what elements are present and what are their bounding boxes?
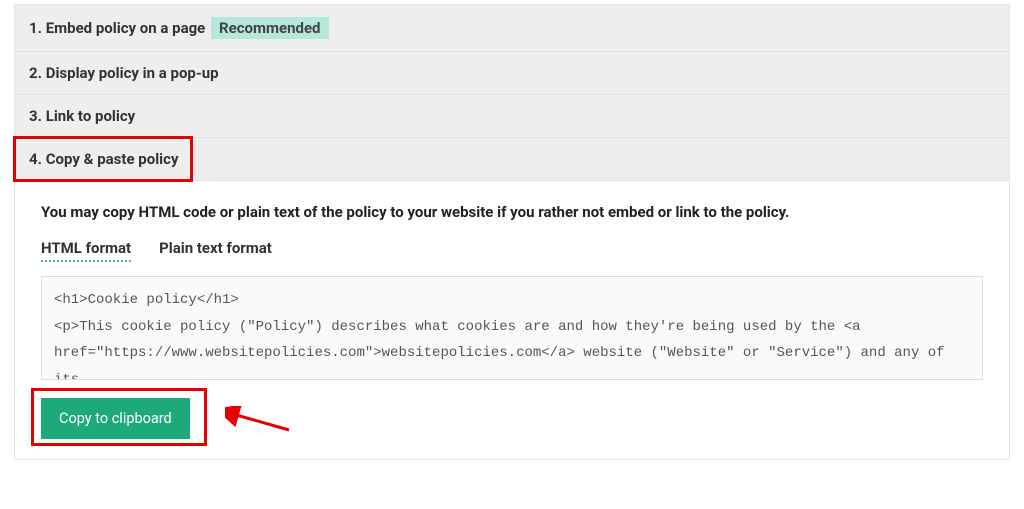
tab-html-format[interactable]: HTML format: [41, 239, 131, 262]
accordion-item-link[interactable]: 3. Link to policy: [15, 95, 1009, 138]
panel-description: You may copy HTML code or plain text of …: [41, 203, 983, 221]
accordion-label: Display policy in a pop-up: [46, 64, 219, 82]
accordion-container: 1. Embed policy on a page Recommended 2.…: [14, 4, 1010, 460]
accordion-item-embed[interactable]: 1. Embed policy on a page Recommended: [15, 5, 1009, 52]
arrow-icon: [225, 406, 295, 436]
recommended-badge: Recommended: [211, 17, 328, 39]
accordion-num: 3.: [29, 107, 42, 125]
format-tabs: HTML format Plain text format: [41, 239, 983, 262]
code-textarea[interactable]: <h1>Cookie policy</h1> <p>This cookie po…: [41, 276, 983, 380]
copy-paste-panel: You may copy HTML code or plain text of …: [15, 181, 1009, 459]
accordion-num: 4.: [29, 150, 42, 168]
accordion-num: 2.: [29, 64, 42, 82]
tab-plain-text-format[interactable]: Plain text format: [159, 239, 272, 262]
copy-to-clipboard-button[interactable]: Copy to clipboard: [41, 398, 190, 439]
accordion-item-popup[interactable]: 2. Display policy in a pop-up: [15, 52, 1009, 95]
accordion-item-copy-paste[interactable]: 4. Copy & paste policy: [15, 138, 1009, 181]
accordion-label: Link to policy: [46, 107, 136, 125]
copy-button-wrap: Copy to clipboard: [41, 398, 190, 439]
accordion-label: Copy & paste policy: [46, 150, 179, 168]
accordion-num: 1.: [29, 19, 42, 37]
accordion-label: Embed policy on a page: [46, 19, 206, 37]
